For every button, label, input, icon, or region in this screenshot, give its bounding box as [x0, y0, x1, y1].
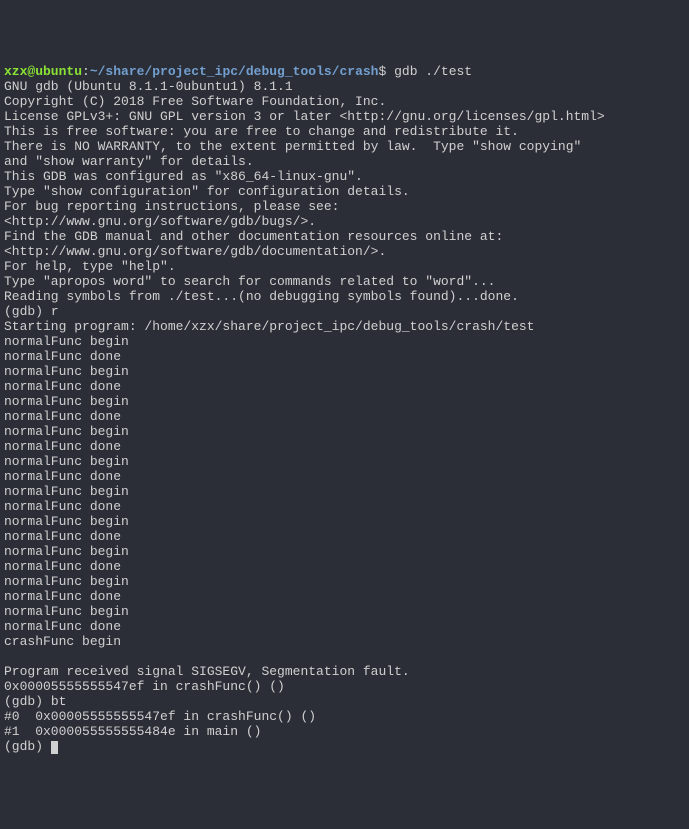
program-output: normalFunc done: [4, 559, 121, 574]
program-output: normalFunc begin: [4, 604, 129, 619]
gdb-banner-line: <http://www.gnu.org/software/gdb/bugs/>.: [4, 214, 316, 229]
cursor-icon: [51, 741, 58, 754]
program-output: normalFunc begin: [4, 394, 129, 409]
gdb-banner-line: Type "apropos word" to search for comman…: [4, 274, 495, 289]
program-output: normalFunc begin: [4, 514, 129, 529]
program-output: normalFunc begin: [4, 364, 129, 379]
gdb-prompt: (gdb): [4, 694, 51, 709]
prompt-line: xzx@ubuntu:~/share/project_ipc/debug_too…: [4, 64, 472, 79]
prompt-user: xzx@ubuntu: [4, 64, 82, 79]
gdb-prompt: (gdb): [4, 304, 51, 319]
command-text: gdb ./test: [386, 64, 472, 79]
program-output: normalFunc begin: [4, 454, 129, 469]
gdb-banner-line: For bug reporting instructions, please s…: [4, 199, 339, 214]
program-output: normalFunc done: [4, 499, 121, 514]
terminal-output[interactable]: xzx@ubuntu:~/share/project_ipc/debug_too…: [4, 64, 685, 754]
backtrace-frame: #1 0x000055555555484e in main (): [4, 724, 261, 739]
gdb-banner-line: Find the GDB manual and other documentat…: [4, 229, 503, 244]
program-output: normalFunc begin: [4, 544, 129, 559]
prompt-separator: :: [82, 64, 90, 79]
backtrace-frame: #0 0x00005555555547ef in crashFunc() (): [4, 709, 316, 724]
program-output: normalFunc done: [4, 349, 121, 364]
program-output: normalFunc done: [4, 379, 121, 394]
gdb-banner-line: There is NO WARRANTY, to the extent perm…: [4, 139, 581, 154]
gdb-banner-line: GNU gdb (Ubuntu 8.1.1-0ubuntu1) 8.1.1: [4, 79, 293, 94]
program-output: normalFunc begin: [4, 484, 129, 499]
gdb-command: bt: [51, 694, 67, 709]
gdb-banner-line: This GDB was configured as "x86_64-linux…: [4, 169, 363, 184]
gdb-banner-line: <http://www.gnu.org/software/gdb/documen…: [4, 244, 386, 259]
signal-line: Program received signal SIGSEGV, Segment…: [4, 664, 410, 679]
program-output: normalFunc begin: [4, 424, 129, 439]
gdb-banner-line: Copyright (C) 2018 Free Software Foundat…: [4, 94, 386, 109]
gdb-banner-line: Reading symbols from ./test...(no debugg…: [4, 289, 519, 304]
gdb-banner-line: Type "show configuration" for configurat…: [4, 184, 410, 199]
gdb-command: r: [51, 304, 59, 319]
program-output: normalFunc done: [4, 409, 121, 424]
gdb-banner-line: License GPLv3+: GNU GPL version 3 or lat…: [4, 109, 605, 124]
prompt-path: ~/share/project_ipc/debug_tools/crash: [90, 64, 379, 79]
program-output: normalFunc done: [4, 619, 121, 634]
program-output: normalFunc begin: [4, 574, 129, 589]
program-output: normalFunc begin: [4, 334, 129, 349]
gdb-banner-line: This is free software: you are free to c…: [4, 124, 519, 139]
program-output: crashFunc begin: [4, 634, 121, 649]
program-output: normalFunc done: [4, 589, 121, 604]
program-output: normalFunc done: [4, 439, 121, 454]
crash-location: 0x00005555555547ef in crashFunc() (): [4, 679, 285, 694]
gdb-banner-line: and "show warranty" for details.: [4, 154, 254, 169]
gdb-banner-line: For help, type "help".: [4, 259, 176, 274]
program-output: normalFunc done: [4, 529, 121, 544]
starting-program: Starting program: /home/xzx/share/projec…: [4, 319, 535, 334]
gdb-prompt: (gdb): [4, 739, 51, 754]
program-output: normalFunc done: [4, 469, 121, 484]
